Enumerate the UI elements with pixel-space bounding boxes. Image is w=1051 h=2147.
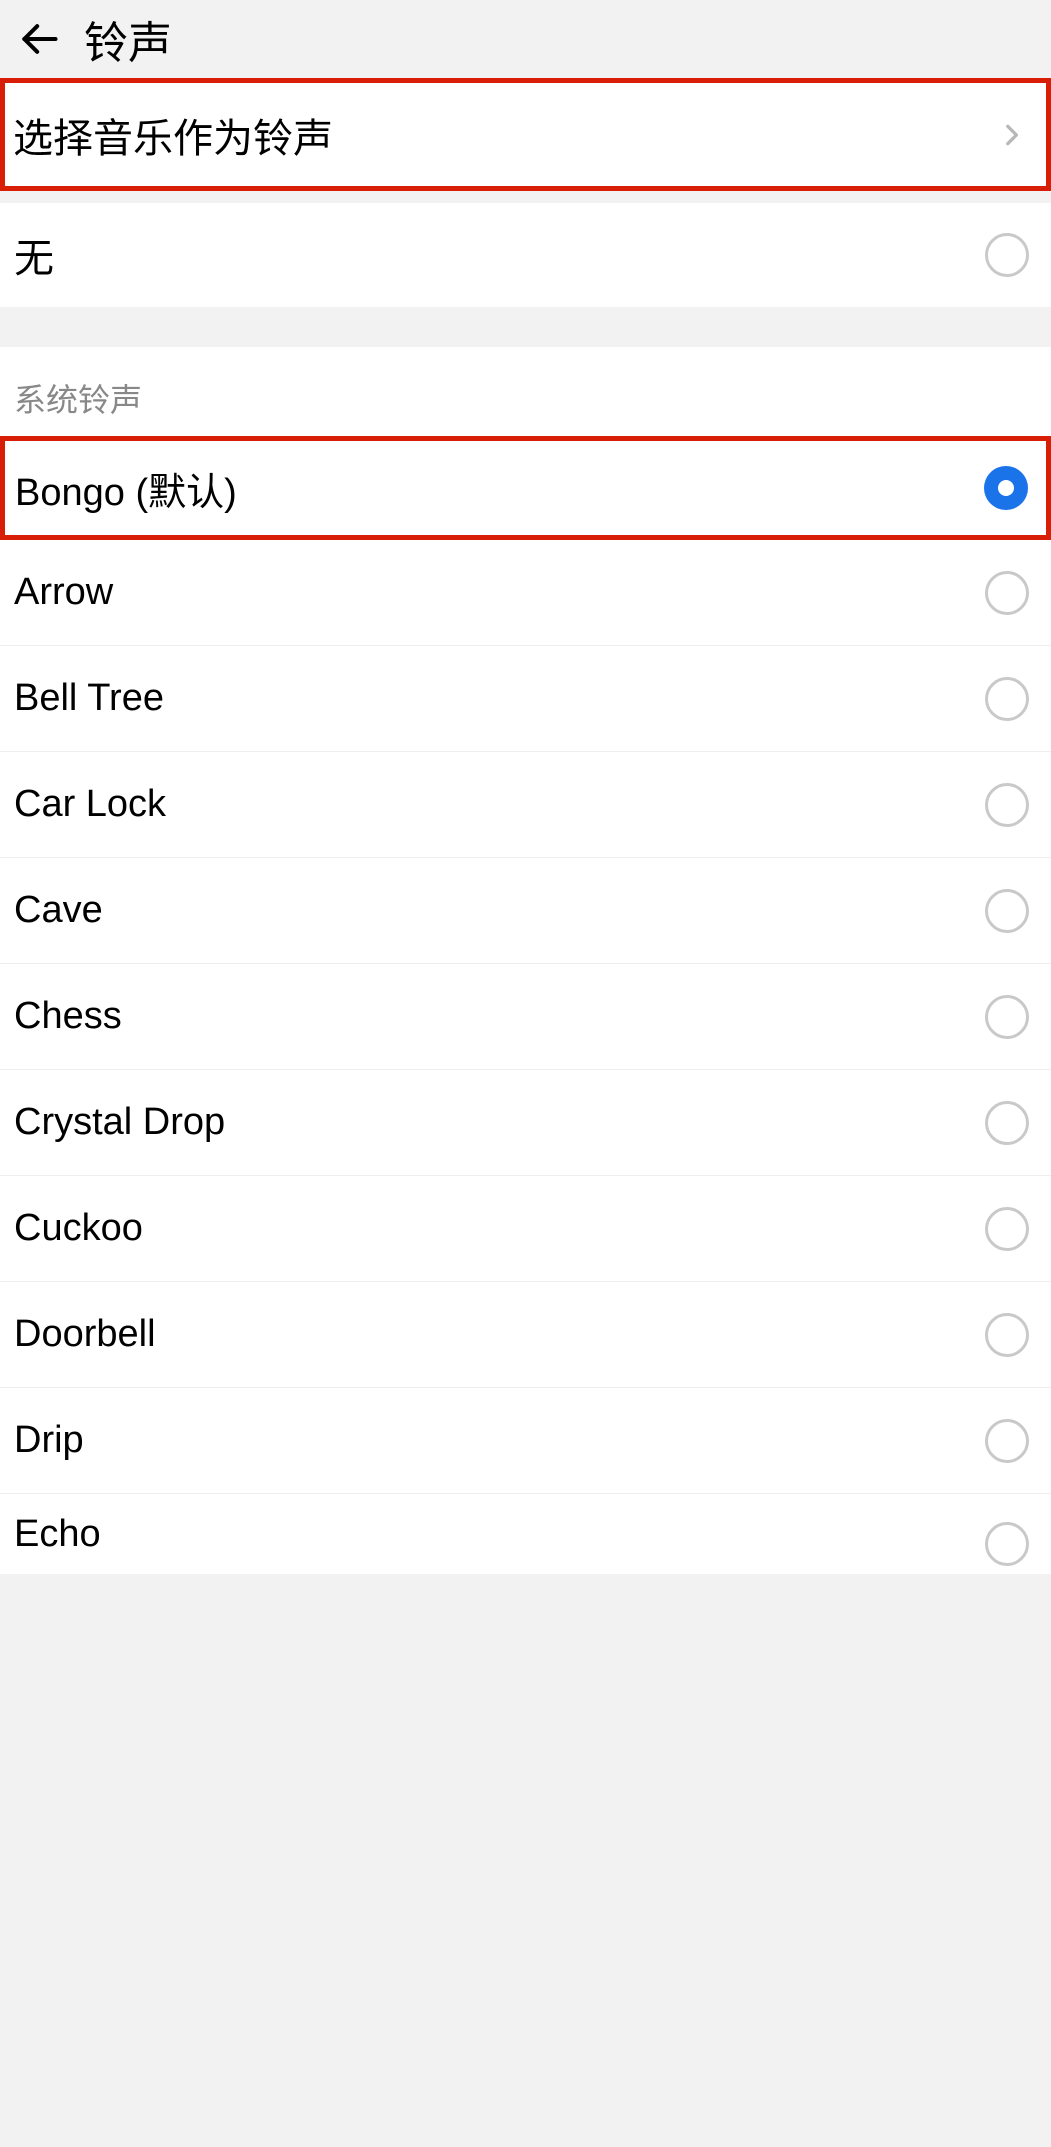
section-gap <box>0 191 1051 203</box>
ringtone-label: Crystal Drop <box>14 1101 225 1144</box>
radio-unselected-icon <box>985 1522 1029 1566</box>
select-music-label: 选择音乐作为铃声 <box>13 106 333 164</box>
ringtone-row-crystal-drop[interactable]: Crystal Drop <box>0 1070 1051 1176</box>
radio-unselected-icon <box>985 995 1029 1039</box>
ringtone-row-car-lock[interactable]: Car Lock <box>0 752 1051 858</box>
radio-unselected-icon <box>985 889 1029 933</box>
system-ringtones-title: 系统铃声 <box>0 347 1051 437</box>
ringtone-row-chess[interactable]: Chess <box>0 964 1051 1070</box>
ringtone-label: Echo <box>14 1513 101 1556</box>
ringtone-label: Drip <box>14 1419 84 1462</box>
ringtone-label: Bell Tree <box>14 677 164 720</box>
app-header: 铃声 <box>0 0 1051 78</box>
select-music-row[interactable]: 选择音乐作为铃声 <box>0 78 1051 191</box>
none-ringtone-row[interactable]: 无 <box>0 203 1051 307</box>
page-title: 铃声 <box>84 7 172 71</box>
ringtone-label: Chess <box>14 995 122 1038</box>
radio-unselected-icon <box>985 783 1029 827</box>
ringtone-row-cave[interactable]: Cave <box>0 858 1051 964</box>
ringtone-row-cuckoo[interactable]: Cuckoo <box>0 1176 1051 1282</box>
back-icon[interactable] <box>14 14 64 64</box>
ringtone-row-bongo[interactable]: Bongo (默认) <box>0 436 1051 540</box>
ringtone-row-arrow[interactable]: Arrow <box>0 540 1051 646</box>
section-gap <box>0 307 1051 347</box>
ringtone-label: Arrow <box>14 571 113 614</box>
radio-unselected-icon <box>985 677 1029 721</box>
ringtone-label: Doorbell <box>14 1313 156 1356</box>
radio-unselected-icon <box>985 233 1029 277</box>
ringtone-label: Car Lock <box>14 783 166 826</box>
ringtone-row-bell-tree[interactable]: Bell Tree <box>0 646 1051 752</box>
radio-unselected-icon <box>985 1313 1029 1357</box>
radio-unselected-icon <box>985 1207 1029 1251</box>
ringtone-row-drip[interactable]: Drip <box>0 1388 1051 1494</box>
ringtone-label: Bongo (默认) <box>15 461 237 516</box>
chevron-right-icon <box>998 122 1024 148</box>
ringtone-row-echo[interactable]: Echo <box>0 1494 1051 1574</box>
none-label: 无 <box>14 226 54 284</box>
ringtone-label: Cave <box>14 889 103 932</box>
ringtone-label: Cuckoo <box>14 1207 143 1250</box>
radio-unselected-icon <box>985 571 1029 615</box>
radio-unselected-icon <box>985 1419 1029 1463</box>
ringtone-row-doorbell[interactable]: Doorbell <box>0 1282 1051 1388</box>
radio-unselected-icon <box>985 1101 1029 1145</box>
radio-selected-icon <box>984 466 1028 510</box>
